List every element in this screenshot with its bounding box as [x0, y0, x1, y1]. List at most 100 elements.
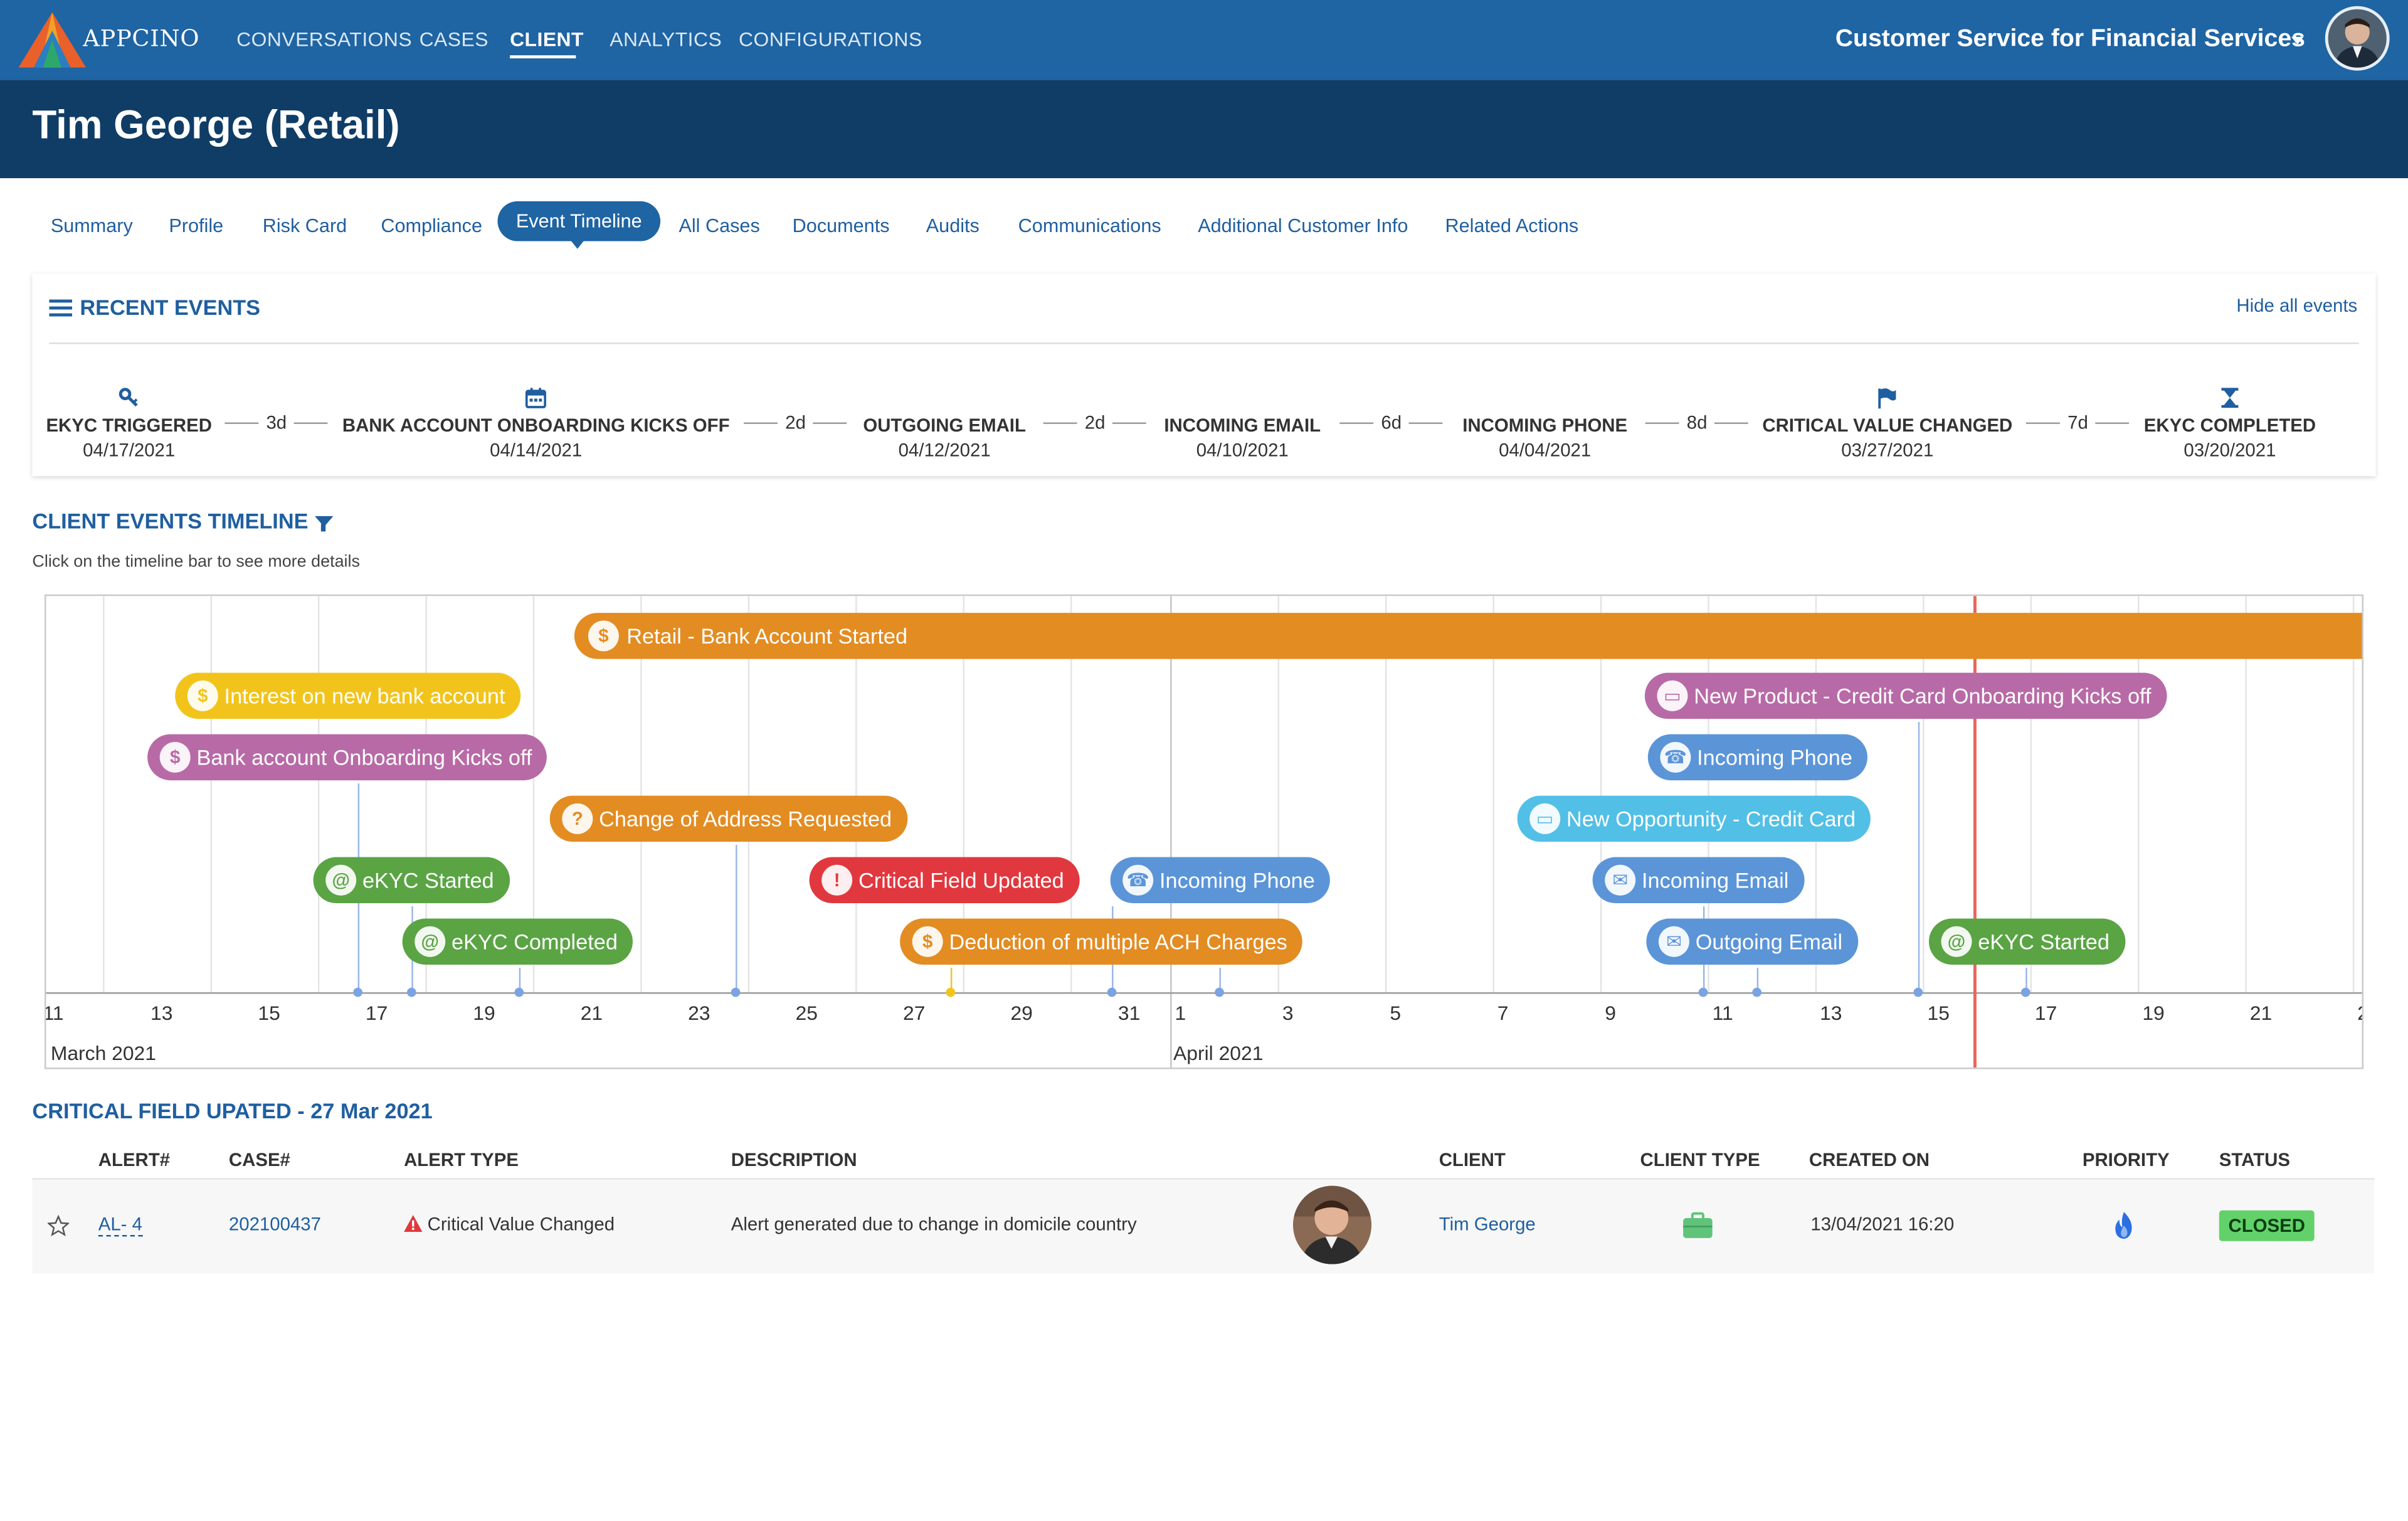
user-avatar-icon: [2328, 9, 2387, 68]
status-badge: CLOSED: [2219, 1210, 2315, 1241]
divider: [49, 342, 2359, 344]
recent-event-ekyc-triggered[interactable]: EKYC TRIGGERED 04/17/2021: [46, 387, 212, 461]
bar-label: eKYC Started: [1978, 929, 2110, 954]
column-header[interactable]: DESCRIPTION: [731, 1149, 857, 1170]
recent-event-bank-onboarding[interactable]: BANK ACCOUNT ONBOARDING KICKS OFF 04/14/…: [342, 387, 730, 461]
timeline-bar-bank-account-started[interactable]: $ Retail - Bank Account Started: [574, 613, 2362, 659]
tick-label: 5: [1390, 1001, 1402, 1025]
timeline-bar-address-change[interactable]: ? Change of Address Requested: [549, 795, 907, 842]
timeline-bar-incoming-phone-2[interactable]: ☎ Incoming Phone: [1647, 734, 1868, 781]
tick-label: 19: [2142, 1001, 2165, 1025]
flame-icon: [2115, 1212, 2132, 1239]
fingerprint-icon: @: [1941, 926, 1972, 957]
bar-label: Retail - Bank Account Started: [626, 623, 908, 649]
timeline-bar-incoming-phone[interactable]: ☎ Incoming Phone: [1110, 857, 1331, 904]
timeline-bar-ekyc-started[interactable]: @ eKYC Started: [313, 857, 510, 904]
tab-related-actions[interactable]: Related Actions: [1445, 209, 1579, 243]
bar-label: eKYC Started: [362, 867, 494, 893]
event-date: 04/04/2021: [1499, 439, 1592, 461]
bar-label: Outgoing Email: [1695, 929, 1843, 954]
column-header[interactable]: CREATED ON: [1809, 1149, 1930, 1170]
tick-label: 11: [1712, 1001, 1733, 1025]
recent-event-outgoing-email[interactable]: OUTGOING EMAIL 04/12/2021: [863, 387, 1026, 460]
column-header[interactable]: PRIORITY: [2083, 1149, 2170, 1170]
timeline-bar-bank-onboarding[interactable]: $ Bank account Onboarding Kicks off: [147, 734, 547, 781]
phone-icon: ☎: [1660, 741, 1691, 773]
event-name: OUTGOING EMAIL: [863, 415, 1026, 437]
timeline-bar-ach-charges[interactable]: $ Deduction of multiple ACH Charges: [900, 918, 1303, 965]
timeline-title: CLIENT EVENTS TIMELINE: [32, 508, 309, 533]
alert-id-link[interactable]: AL- 4: [98, 1213, 142, 1237]
star-icon[interactable]: [47, 1215, 70, 1237]
tick-label: 13: [150, 1001, 173, 1025]
column-header[interactable]: ALERT#: [98, 1149, 170, 1170]
recent-event-ekyc-completed[interactable]: EKYC COMPLETED 03/20/2021: [2144, 387, 2316, 461]
nav-conversations[interactable]: CONVERSATIONS: [236, 28, 412, 51]
tab-profile[interactable]: Profile: [169, 209, 223, 243]
tab-risk-card[interactable]: Risk Card: [263, 209, 347, 243]
hide-all-events-link[interactable]: Hide all events: [2236, 295, 2357, 316]
tab-event-timeline[interactable]: Event Timeline: [497, 201, 661, 241]
appcino-logo-icon[interactable]: [18, 12, 87, 68]
app-switcher[interactable]: Customer Service for Financial Services: [1835, 26, 2305, 54]
event-marker[interactable]: [406, 987, 416, 997]
timeline-bar-interest[interactable]: $ Interest on new bank account: [175, 672, 520, 719]
event-marker[interactable]: [1913, 987, 1923, 997]
table-row[interactable]: [32, 1178, 2375, 1274]
tab-communications[interactable]: Communications: [1018, 209, 1161, 243]
logo-text[interactable]: APPCINO: [83, 24, 199, 52]
tab-summary[interactable]: Summary: [51, 209, 133, 243]
timeline-bar-critical-field-updated[interactable]: ! Critical Field Updated: [809, 857, 1080, 904]
nav-configurations[interactable]: CONFIGURATIONS: [739, 28, 922, 51]
event-marker[interactable]: [946, 987, 956, 997]
tab-documents[interactable]: Documents: [793, 209, 890, 243]
event-marker[interactable]: [1698, 987, 1708, 997]
recent-event-incoming-phone[interactable]: INCOMING PHONE 04/04/2021: [1462, 387, 1627, 461]
timeline-bar-credit-card-onboarding[interactable]: ▭ New Product - Credit Card Onboarding K…: [1644, 672, 2167, 719]
tick-label: 11: [45, 1001, 64, 1025]
tab-audits[interactable]: Audits: [926, 209, 980, 243]
event-date: 04/17/2021: [83, 439, 176, 461]
column-header[interactable]: CLIENT: [1439, 1149, 1506, 1170]
recent-event-incoming-email[interactable]: INCOMING EMAIL 04/10/2021: [1164, 387, 1321, 460]
timeline-bar-ekyc-started-2[interactable]: @ eKYC Started: [1928, 918, 2125, 965]
column-header[interactable]: CLIENT TYPE: [1640, 1149, 1760, 1170]
timeline-bar-ekyc-completed[interactable]: @ eKYC Completed: [402, 918, 633, 965]
recent-event-critical-value-changed[interactable]: CRITICAL VALUE CHANGED 03/27/2021: [1762, 387, 2012, 461]
tick-label: 31: [1117, 1001, 1141, 1025]
timeline-chart: $ Retail - Bank Account Started $ Intere…: [45, 594, 2364, 1069]
bar-label: Incoming Phone: [1697, 745, 1852, 770]
tab-additional-customer-info[interactable]: Additional Customer Info: [1198, 209, 1408, 243]
timeline-bar-incoming-email[interactable]: ✉ Incoming Email: [1592, 857, 1804, 904]
event-marker[interactable]: [1215, 987, 1224, 997]
credit-card-icon: ▭: [1657, 680, 1688, 711]
timeline-bar-new-opportunity[interactable]: ▭ New Opportunity - Credit Card: [1517, 795, 1871, 842]
event-marker[interactable]: [514, 987, 524, 997]
alert-section-title: CRITICAL FIELD UPATED - 27 Mar 2021: [32, 1098, 433, 1123]
client-avatar-icon: [1293, 1185, 1371, 1264]
nav-client[interactable]: CLIENT: [510, 28, 584, 51]
event-marker[interactable]: [731, 987, 741, 997]
event-marker[interactable]: [2020, 987, 2030, 997]
tab-all-cases[interactable]: All Cases: [679, 209, 759, 243]
event-marker[interactable]: [1752, 987, 1762, 997]
event-name: CRITICAL VALUE CHANGED: [1762, 415, 2013, 437]
nav-analytics[interactable]: ANALYTICS: [610, 28, 722, 51]
active-tab-pointer: [571, 241, 584, 249]
nav-cases[interactable]: CASES: [420, 28, 488, 51]
case-id-link[interactable]: 202100437: [229, 1214, 321, 1235]
event-date: 03/20/2021: [2184, 439, 2276, 461]
event-marker[interactable]: [1107, 987, 1117, 997]
client-link[interactable]: Tim George: [1439, 1214, 1536, 1235]
user-avatar[interactable]: [2325, 6, 2390, 71]
event-marker[interactable]: [353, 987, 362, 997]
column-header[interactable]: STATUS: [2219, 1149, 2290, 1170]
page-title: Tim George (Retail): [32, 101, 400, 148]
column-header[interactable]: ALERT TYPE: [404, 1149, 519, 1170]
fingerprint-icon: @: [325, 864, 357, 896]
tab-compliance[interactable]: Compliance: [381, 209, 482, 243]
chevron-down-icon[interactable]: [2291, 36, 2304, 45]
timeline-bar-outgoing-email[interactable]: ✉ Outgoing Email: [1646, 918, 1858, 965]
event-gap: 2d: [736, 411, 855, 433]
column-header[interactable]: CASE#: [229, 1149, 290, 1170]
